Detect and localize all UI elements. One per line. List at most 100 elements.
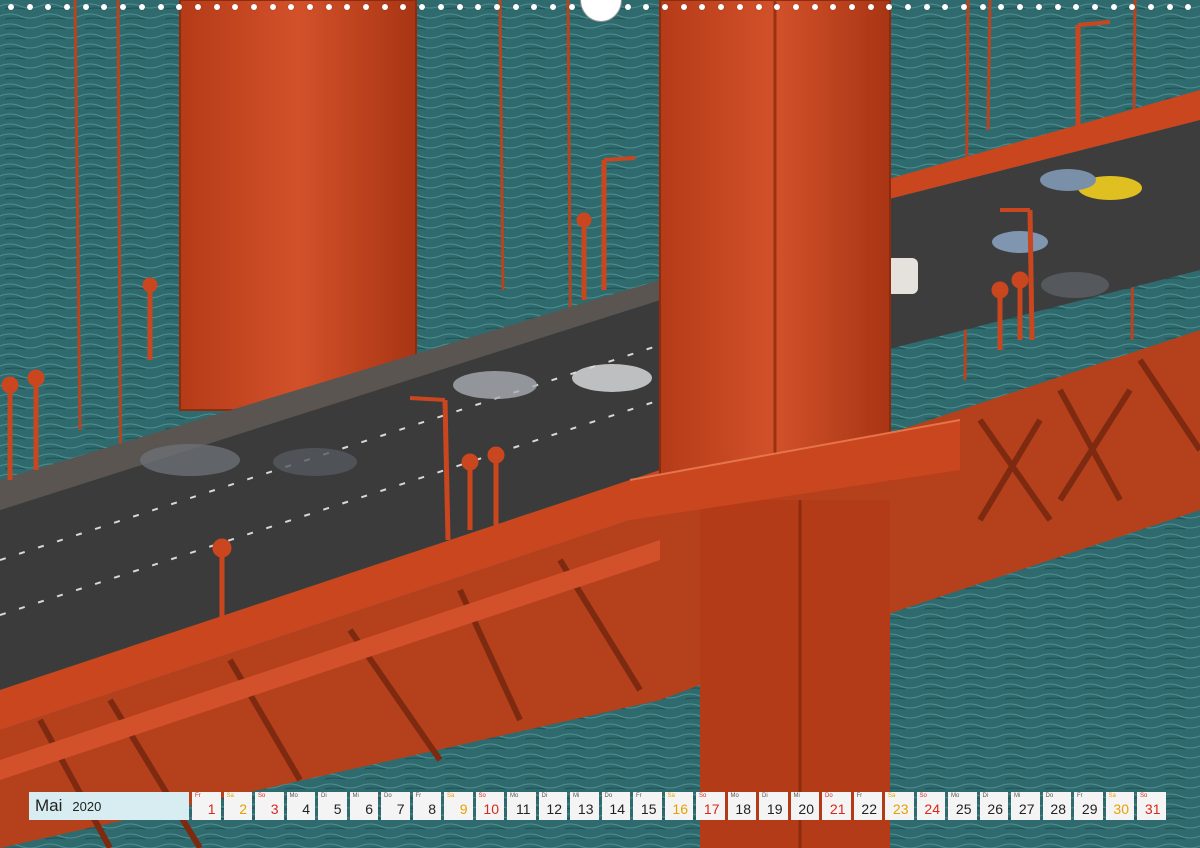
day-cell: Mi 27 [1011, 792, 1040, 820]
day-number: 4 [302, 801, 310, 817]
weekday-label: Mo [730, 793, 739, 799]
weekday-label: Fr [856, 793, 863, 799]
day-number: 14 [609, 801, 625, 817]
weekday-label: Do [604, 793, 613, 799]
month-label: Mai [35, 796, 63, 815]
weekday-label: Do [1045, 793, 1054, 799]
day-number: 26 [987, 801, 1003, 817]
day-number: 18 [735, 801, 751, 817]
day-number: 25 [955, 801, 972, 817]
day-cell: Fr 1 [192, 792, 221, 820]
day-number: 19 [766, 801, 783, 817]
day-number: 17 [703, 801, 720, 817]
day-cell: Sa 16 [664, 792, 693, 820]
weekday-label: So [1140, 793, 1148, 799]
day-cell: So 17 [696, 792, 725, 820]
day-cell: Mo 11 [507, 792, 536, 820]
day-number: 31 [1144, 801, 1161, 817]
weekday-label: Mo [951, 793, 960, 799]
day-cell: So 10 [475, 792, 504, 820]
day-cell: Mi 20 [790, 792, 819, 820]
left-tower [180, 0, 416, 410]
weekday-label: Fr [636, 793, 642, 799]
day-number: 12 [546, 801, 562, 817]
day-cell: Di 26 [979, 792, 1008, 820]
weekday-label: Di [541, 793, 548, 799]
day-cell: Mo 18 [727, 792, 756, 820]
day-number: 30 [1113, 801, 1129, 817]
day-number: 3 [270, 801, 279, 817]
weekday-label: Fr [415, 793, 422, 799]
day-number: 20 [798, 801, 814, 817]
day-cell: Mo 25 [948, 792, 977, 820]
day-cell: Sa 23 [885, 792, 914, 820]
weekday-label: Mi [352, 793, 359, 799]
day-cell: Do 14 [601, 792, 630, 820]
weekday-label: Sa [1108, 793, 1116, 799]
day-number: 24 [924, 801, 940, 817]
day-cell: Di 19 [759, 792, 788, 820]
day-cell: Do 21 [822, 792, 851, 820]
day-cell: Fr 22 [853, 792, 882, 820]
weekday-label: So [258, 793, 266, 799]
day-number: 15 [640, 801, 657, 817]
day-cell: Mi 6 [349, 792, 378, 820]
weekday-label: Mi [793, 793, 800, 799]
weekday-label: So [919, 793, 927, 799]
calendar-title: Mai 2020 [29, 792, 189, 820]
weekday-label: Mo [289, 793, 298, 799]
day-cell: Sa 2 [223, 792, 252, 820]
weekday-label: Do [825, 793, 833, 799]
year-label: 2020 [72, 798, 102, 814]
day-number: 27 [1018, 801, 1035, 817]
day-cell: Sa 9 [444, 792, 473, 820]
day-number: 9 [459, 801, 468, 817]
day-number: 6 [365, 801, 373, 817]
day-cell: Di 5 [318, 792, 347, 820]
calendar-strip: Mai 2020 Fr 1 Sa 2 So 3 Mo 4 Di 5 Mi 6 Do 7 Fr 8 Sa 9 So 10… [29, 792, 1169, 820]
day-cell: So 3 [255, 792, 284, 820]
weekday-label: Do [384, 793, 392, 799]
day-cell: Fr 15 [633, 792, 662, 820]
day-cell: Mi 13 [570, 792, 599, 820]
day-number: 10 [483, 801, 499, 817]
day-cell: Sa 30 [1105, 792, 1134, 820]
weekday-label: Di [321, 793, 327, 799]
day-cell: Di 12 [538, 792, 567, 820]
day-cell: So 24 [916, 792, 945, 820]
weekday-label: So [699, 793, 707, 799]
day-number: 2 [239, 801, 247, 817]
day-number: 21 [829, 801, 846, 817]
weekday-label: Sa [888, 793, 896, 799]
weekday-label: Sa [667, 793, 675, 799]
day-cell: Fr 8 [412, 792, 441, 820]
day-number: 5 [333, 801, 342, 817]
weekday-label: Mi [573, 793, 580, 799]
bridge-photo [0, 0, 1200, 848]
weekday-label: Di [982, 793, 989, 799]
day-cells: Fr 1 Sa 2 So 3 Mo 4 Di 5 Mi 6 Do 7 Fr 8 Sa 9 So 10 Mo 11 Di 12 M… [192, 792, 1169, 820]
weekday-label: Sa [226, 793, 234, 799]
day-number: 13 [577, 801, 594, 817]
day-cell: Do 7 [381, 792, 410, 820]
day-number: 8 [428, 801, 436, 817]
weekday-label: Mo [510, 793, 519, 799]
day-number: 7 [396, 801, 405, 817]
day-number: 22 [861, 801, 877, 817]
day-number: 11 [515, 801, 531, 817]
day-cell: Mo 4 [286, 792, 315, 820]
day-number: 1 [207, 801, 216, 817]
day-number: 16 [672, 801, 688, 817]
weekday-label: Di [762, 793, 768, 799]
weekday-label: Mi [1014, 793, 1021, 799]
day-number: 29 [1081, 801, 1098, 817]
day-number: 28 [1050, 801, 1066, 817]
weekday-label: So [478, 793, 486, 799]
day-cell: So 31 [1137, 792, 1166, 820]
day-cell: Fr 29 [1074, 792, 1103, 820]
day-cell: Do 28 [1042, 792, 1071, 820]
weekday-label: Fr [195, 793, 201, 799]
day-number: 23 [892, 801, 909, 817]
weekday-label: Fr [1077, 793, 1083, 799]
weekday-label: Sa [447, 793, 455, 799]
